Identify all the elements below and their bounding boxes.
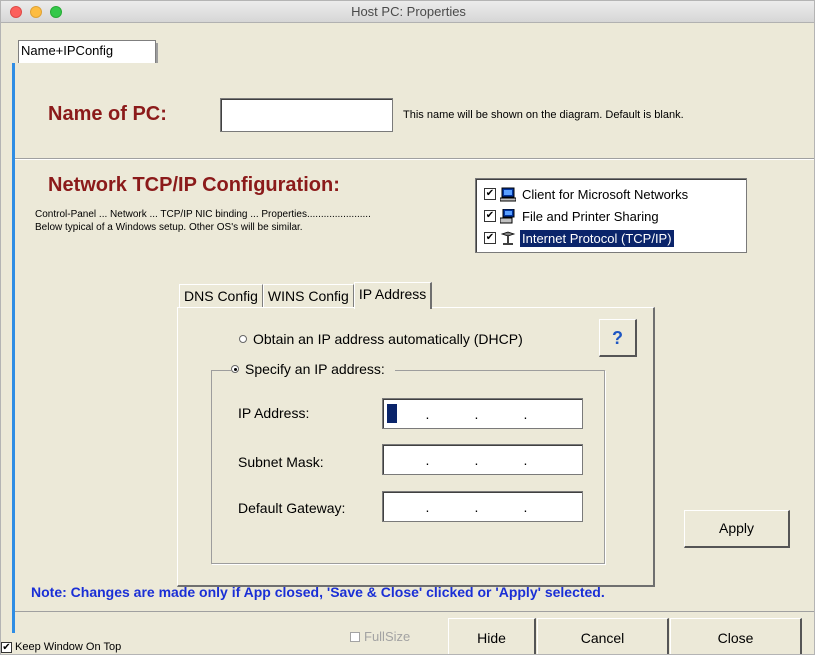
binding-label: Internet Protocol (TCP/IP): [520, 229, 674, 247]
tab-wins-config[interactable]: WINS Config: [262, 284, 354, 308]
text-cursor: [387, 404, 397, 423]
network-computer-icon: [499, 187, 517, 202]
tab-dns-config[interactable]: DNS Config: [179, 284, 263, 308]
hide-button[interactable]: Hide: [448, 618, 536, 654]
ip-dot: .: [425, 498, 430, 515]
nic-binding-list[interactable]: ✔ Client for Microsoft Networks ✔ File a…: [475, 178, 747, 253]
ip-dot: .: [523, 405, 528, 422]
tab-ip-address[interactable]: IP Address: [353, 282, 433, 309]
maximize-window-icon[interactable]: [50, 6, 62, 18]
window-content: Name+IPConfig Name of PC: This name will…: [1, 23, 814, 654]
default-gateway-label: Default Gateway:: [238, 500, 346, 516]
default-gateway-input[interactable]: . . .: [382, 491, 583, 522]
subnet-mask-label: Subnet Mask:: [238, 454, 324, 470]
ip-config-tabs: DNS Config WINS Config IP Address: [179, 282, 433, 309]
specify-ip-radio[interactable]: [231, 365, 239, 373]
network-desc-line-2: Below typical of a Windows setup. Other …: [35, 222, 303, 233]
ip-dot: .: [523, 451, 528, 468]
pc-name-input[interactable]: [220, 98, 393, 132]
dhcp-radio-label: Obtain an IP address automatically (DHCP…: [253, 331, 523, 347]
binding-item-file-printer[interactable]: ✔ File and Printer Sharing: [476, 205, 746, 227]
keep-on-top-label: Keep Window On Top: [15, 641, 122, 653]
specify-ip-radio-option[interactable]: Specify an IP address:: [231, 361, 395, 377]
binding-label: Client for Microsoft Networks: [522, 186, 689, 202]
cancel-button[interactable]: Cancel: [537, 618, 669, 654]
binding-checkbox[interactable]: ✔: [484, 232, 496, 244]
fullsize-label: FullSize: [364, 629, 411, 644]
binding-item-tcpip[interactable]: ✔ Internet Protocol (TCP/IP): [476, 227, 746, 249]
ip-dot: .: [425, 405, 430, 422]
keep-on-top-checkbox[interactable]: ✔: [1, 641, 12, 653]
minimize-window-icon[interactable]: [30, 6, 42, 18]
specify-ip-radio-label: Specify an IP address:: [245, 361, 385, 377]
section-divider: [15, 158, 814, 160]
network-config-title: Network TCP/IP Configuration:: [48, 174, 340, 196]
close-button[interactable]: Close: [670, 618, 802, 654]
title-bar[interactable]: Host PC: Properties: [1, 1, 814, 23]
binding-item-client[interactable]: ✔ Client for Microsoft Networks: [476, 183, 746, 205]
window-title: Host PC: Properties: [351, 4, 466, 19]
protocol-icon: [500, 231, 516, 246]
subnet-mask-input[interactable]: . . .: [382, 444, 583, 475]
binding-checkbox[interactable]: ✔: [484, 188, 496, 200]
keep-on-top-option[interactable]: ✔ Keep Window On Top: [1, 641, 121, 653]
binding-label: File and Printer Sharing: [522, 208, 659, 224]
changes-note: Note: Changes are made only if App close…: [31, 584, 605, 600]
tab-name-ipconfig[interactable]: Name+IPConfig: [18, 40, 158, 63]
pc-name-hint: This name will be shown on the diagram. …: [403, 109, 684, 121]
name-of-pc-label: Name of PC:: [48, 103, 167, 125]
footer-divider: [15, 611, 814, 612]
dhcp-radio-option[interactable]: Obtain an IP address automatically (DHCP…: [239, 331, 523, 347]
help-button[interactable]: ?: [599, 319, 637, 357]
binding-checkbox[interactable]: ✔: [484, 210, 496, 222]
network-desc-line-1: Control-Panel ... Network ... TCP/IP NIC…: [35, 209, 371, 220]
printer-sharing-icon: [499, 208, 516, 224]
ip-address-input[interactable]: . . .: [382, 398, 583, 429]
fullsize-option: FullSize: [350, 629, 410, 644]
close-window-icon[interactable]: [10, 6, 22, 18]
ip-dot: .: [523, 498, 528, 515]
ip-dot: .: [474, 451, 479, 468]
ip-address-label: IP Address:: [238, 405, 310, 421]
ip-dot: .: [425, 451, 430, 468]
network-config-description: Control-Panel ... Network ... TCP/IP NIC…: [35, 208, 473, 234]
dhcp-radio[interactable]: [239, 335, 247, 343]
properties-window: Host PC: Properties Name+IPConfig Name o…: [0, 0, 815, 655]
ip-dot: .: [474, 405, 479, 422]
fullsize-checkbox: [350, 631, 360, 642]
apply-button[interactable]: Apply: [684, 510, 790, 548]
ip-dot: .: [474, 498, 479, 515]
